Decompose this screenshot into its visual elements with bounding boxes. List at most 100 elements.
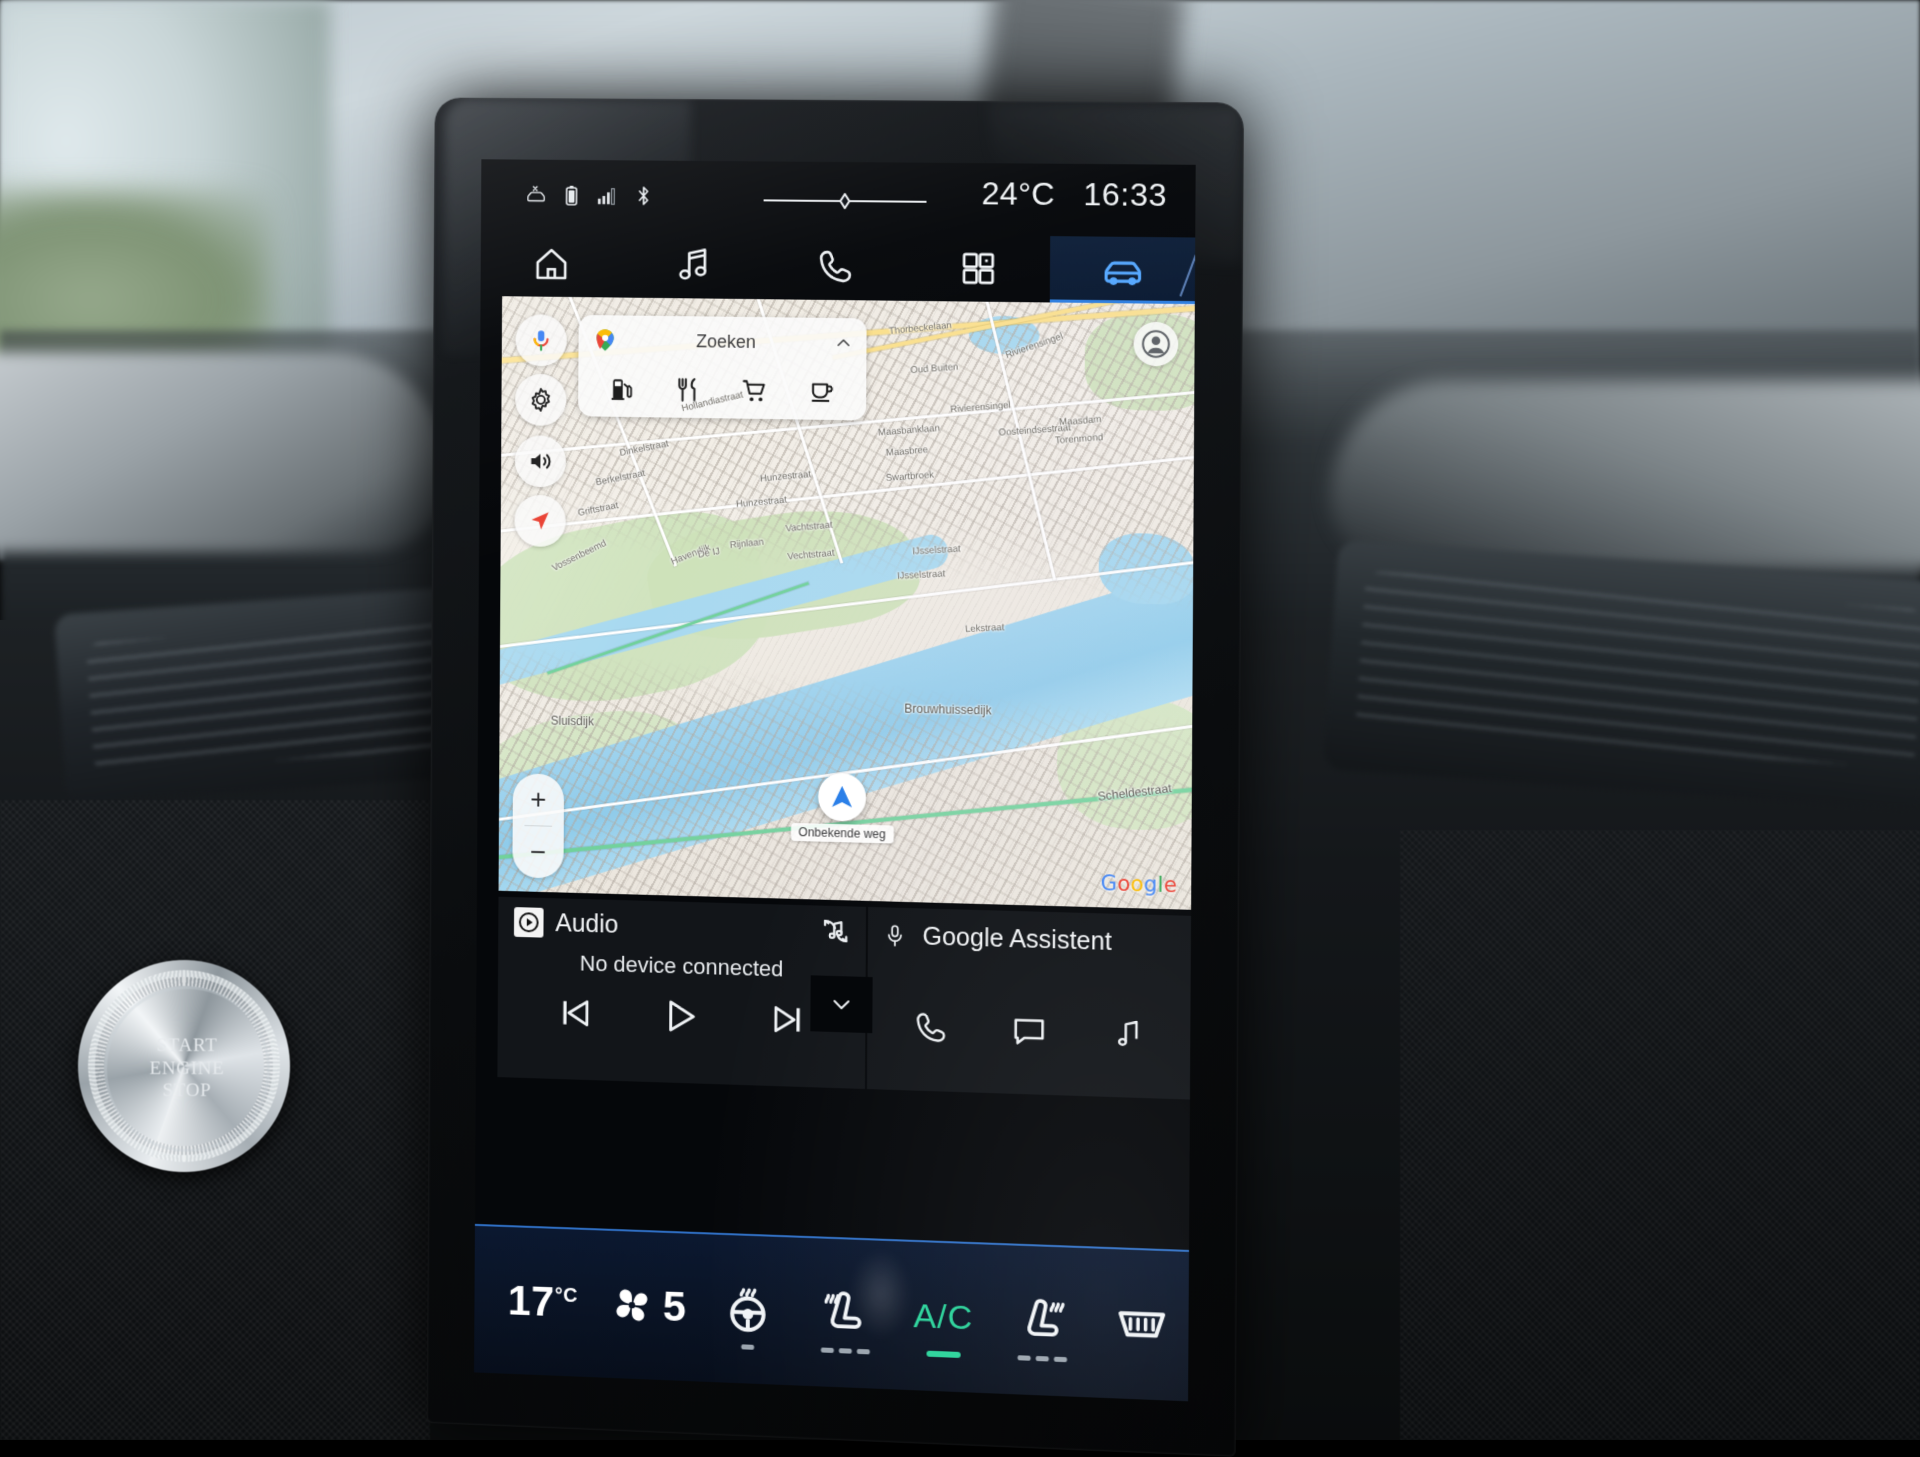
battery-icon — [564, 184, 580, 208]
google-logo-letter: o — [1117, 872, 1130, 897]
navigation-arrow-icon — [527, 508, 553, 534]
music-note-icon — [671, 244, 713, 286]
shopping-cart-icon — [742, 377, 769, 404]
car-icon — [1099, 247, 1146, 294]
nav-item-vehicle[interactable] — [1050, 236, 1195, 304]
google-logo: Google — [1100, 871, 1177, 897]
dashboard-highlight-right — [1330, 380, 1920, 570]
clock: 16:33 — [1083, 176, 1167, 214]
audio-widget-header: Audio — [498, 897, 866, 957]
play-icon[interactable] — [660, 995, 702, 1038]
google-logo-letter: g — [1144, 872, 1158, 897]
infotainment-screen: 24°C 16:33 — [474, 159, 1196, 1401]
assistant-quick-actions — [868, 981, 1191, 1081]
ac-active-indicator — [926, 1351, 960, 1358]
nav-active-slash — [1179, 245, 1195, 297]
infotainment-display-bezel: 24°C 16:33 — [427, 98, 1244, 1457]
map-zoom-in-button[interactable]: + — [513, 773, 564, 826]
chevron-up-icon[interactable] — [834, 334, 852, 352]
shortcut-coffee[interactable] — [807, 377, 837, 407]
map-zoom-controls: + − — [512, 773, 564, 878]
start-stop-label: START ENGINE STOP — [104, 986, 270, 1152]
map-voice-search-button[interactable] — [515, 314, 566, 366]
google-maps-view[interactable]: Zoeken — [499, 296, 1195, 910]
climate-button-rear-defrost[interactable] — [1107, 1277, 1177, 1372]
climate-temperature[interactable]: 17°C — [508, 1277, 578, 1327]
climate-buttons: A/C — [713, 1263, 1195, 1377]
heated-steering-wheel-icon — [720, 1282, 774, 1338]
map-category-shortcuts — [578, 365, 866, 421]
nav-item-phone[interactable] — [763, 233, 906, 301]
map-settings-button[interactable] — [515, 374, 566, 426]
shortcut-gas-stations[interactable] — [607, 374, 637, 404]
map-street-label: Brouwhuissedijk — [904, 702, 991, 718]
outside-temperature: 24°C — [981, 175, 1055, 213]
start-stop-line2: ENGINE — [150, 1058, 225, 1080]
audio-source-switch-icon[interactable] — [818, 914, 852, 949]
account-avatar-icon — [1141, 329, 1172, 360]
phone-icon — [813, 246, 855, 288]
music-note-icon[interactable] — [1109, 1015, 1146, 1052]
heated-seat-icon — [817, 1284, 873, 1342]
climate-button-heated-seat-driver[interactable] — [811, 1266, 880, 1361]
map-street-label: Lekstraat — [965, 622, 1005, 635]
main-nav-bar — [481, 231, 1196, 305]
level-indicator — [741, 1344, 754, 1349]
fan-speed-control[interactable]: 5 — [607, 1279, 686, 1332]
google-logo-letter: o — [1130, 872, 1143, 897]
map-search-bar[interactable]: Zoeken — [578, 315, 866, 368]
google-assistant-widget[interactable]: Google Assistent — [867, 907, 1191, 1100]
climate-button-air-conditioning[interactable]: A/C — [909, 1270, 978, 1365]
nav-item-apps[interactable] — [906, 235, 1050, 303]
audio-widget-title: Audio — [555, 909, 618, 940]
bluetooth-icon — [635, 184, 653, 208]
fan-icon — [607, 1279, 657, 1331]
play-circle-icon — [514, 907, 544, 938]
microphone-icon — [528, 327, 554, 353]
widgets-collapse-handle[interactable] — [810, 975, 872, 1033]
widgets-row: Audio No device connected — [497, 897, 1191, 1100]
chat-bubble-icon[interactable] — [1010, 1011, 1049, 1050]
map-recenter-button[interactable] — [514, 495, 565, 547]
google-logo-letter: G — [1100, 871, 1117, 896]
vehicle-position-marker: Onbekende weg — [790, 772, 894, 844]
climate-temperature-value: 17 — [508, 1277, 555, 1325]
gas-pump-icon — [609, 376, 635, 402]
ac-label: A/C — [913, 1297, 973, 1338]
level-indicator — [820, 1347, 869, 1354]
map-account-button[interactable] — [1133, 322, 1178, 367]
climate-button-heated-seat-passenger[interactable] — [1007, 1273, 1076, 1368]
coffee-cup-icon — [809, 379, 835, 405]
map-volume-button[interactable] — [515, 435, 566, 487]
nav-item-home[interactable] — [481, 231, 622, 298]
speaker-icon — [527, 447, 555, 475]
phone-icon[interactable] — [912, 1008, 950, 1047]
skip-previous-icon[interactable] — [556, 993, 596, 1034]
home-icon — [530, 243, 572, 285]
console-fabric-right — [1400, 830, 1920, 1440]
dashboard-highlight-left — [0, 352, 450, 552]
heated-seat-icon — [1014, 1292, 1071, 1350]
skip-next-icon[interactable] — [767, 999, 807, 1040]
climate-button-heated-steering-wheel[interactable] — [713, 1263, 781, 1357]
map-street-label: Sluisdijk — [551, 714, 594, 729]
nav-item-media[interactable] — [621, 232, 763, 299]
map-zoom-out-button[interactable]: − — [512, 826, 563, 879]
rear-defrost-icon — [1113, 1296, 1170, 1355]
navigation-arrow-icon — [827, 782, 857, 813]
apps-grid-icon — [958, 248, 999, 289]
assistant-widget-title: Google Assistent — [922, 922, 1111, 957]
assistant-widget-header: Google Assistent — [868, 907, 1191, 972]
start-stop-engine-button[interactable]: START ENGINE STOP — [78, 960, 290, 1172]
google-maps-pin-icon — [592, 327, 618, 353]
play-circle-glyph — [517, 910, 541, 934]
map-search-query: Zoeken — [618, 330, 835, 354]
signal-bars-icon — [596, 185, 618, 207]
shortcut-groceries[interactable] — [740, 376, 770, 406]
climate-temperature-unit: °C — [555, 1284, 578, 1307]
climate-control-bar: 17°C 5 — [474, 1224, 1189, 1401]
car-service-off-icon — [525, 184, 547, 206]
brightness-slider[interactable] — [764, 192, 927, 209]
vehicle-heading-arrow — [818, 773, 866, 822]
level-indicator — [1017, 1355, 1067, 1362]
